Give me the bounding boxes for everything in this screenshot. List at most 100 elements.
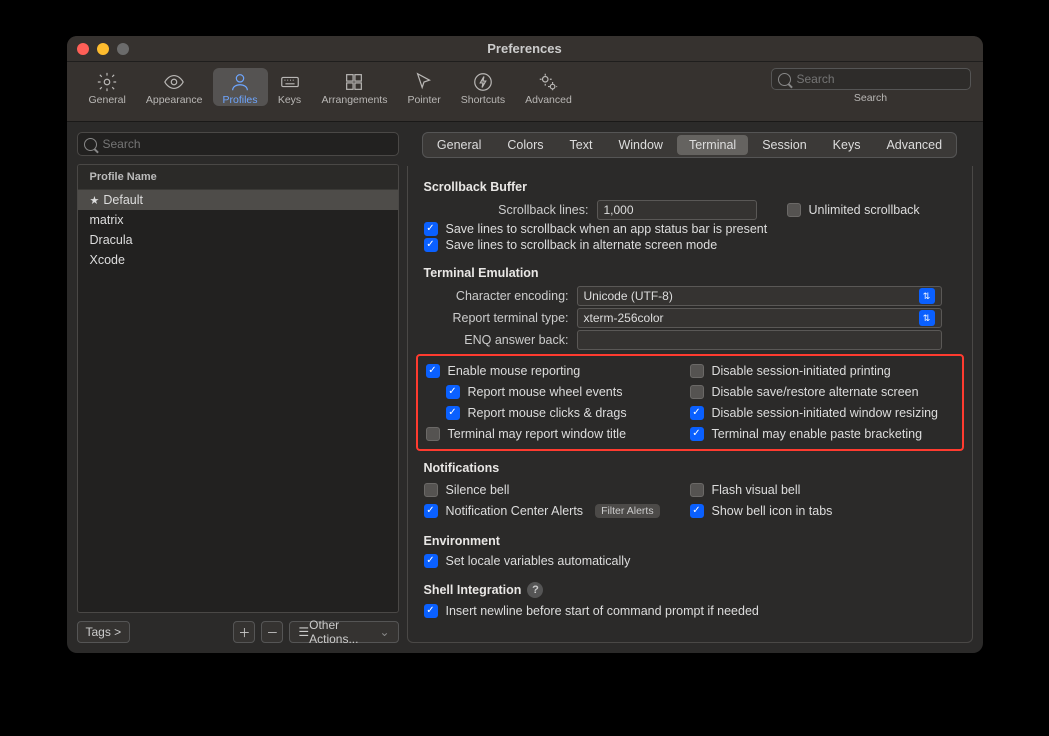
checkbox-label: Silence bell bbox=[446, 483, 510, 497]
settings-pane: Scrollback Buffer Scrollback lines: Unli… bbox=[407, 166, 973, 643]
termtype-label: Report terminal type: bbox=[424, 311, 569, 325]
bell-icon-checkbox[interactable] bbox=[690, 504, 704, 518]
checkbox-label: Show bell icon in tabs bbox=[712, 504, 833, 518]
toolbar-advanced[interactable]: Advanced bbox=[515, 68, 582, 106]
shell-newline-checkbox[interactable] bbox=[424, 604, 438, 618]
pointer-icon bbox=[412, 70, 436, 94]
save-altscreen-checkbox[interactable] bbox=[424, 238, 438, 252]
toolbar-label: Profiles bbox=[223, 94, 258, 106]
titlebar: Preferences bbox=[67, 36, 983, 62]
tags-button[interactable]: Tags > bbox=[77, 621, 131, 643]
search-icon bbox=[778, 73, 791, 86]
section-title: Scrollback Buffer bbox=[424, 180, 956, 194]
tab-keys[interactable]: Keys bbox=[821, 135, 873, 155]
remove-profile-button[interactable]: － bbox=[261, 621, 283, 643]
checkbox-label: Disable session-initiated printing bbox=[712, 364, 891, 378]
mouse-wheel-checkbox[interactable] bbox=[446, 385, 460, 399]
checkbox-label: Disable session-initiated window resizin… bbox=[712, 406, 939, 420]
scrollback-lines-label: Scrollback lines: bbox=[444, 203, 589, 217]
enable-mouse-checkbox[interactable] bbox=[426, 364, 440, 378]
enq-label: ENQ answer back: bbox=[424, 333, 569, 347]
nc-alerts-checkbox[interactable] bbox=[424, 504, 438, 518]
checkbox-label: Notification Center Alerts bbox=[446, 504, 584, 518]
tab-window[interactable]: Window bbox=[606, 135, 674, 155]
toolbar-general[interactable]: General bbox=[79, 68, 136, 106]
tab-general[interactable]: General bbox=[425, 135, 493, 155]
profile-item-label: Xcode bbox=[90, 253, 125, 267]
encoding-label: Character encoding: bbox=[424, 289, 569, 303]
disable-resize-checkbox[interactable] bbox=[690, 406, 704, 420]
toolbar-pointer[interactable]: Pointer bbox=[397, 68, 450, 106]
eye-icon bbox=[162, 70, 186, 94]
tab-session[interactable]: Session bbox=[750, 135, 818, 155]
checkbox-label: Terminal may enable paste bracketing bbox=[712, 427, 923, 441]
enq-input[interactable] bbox=[577, 330, 942, 350]
checkbox-label: Flash visual bell bbox=[712, 483, 801, 497]
chevron-updown-icon: ⇅ bbox=[919, 288, 935, 304]
toolbar-search-group: Search bbox=[771, 68, 971, 104]
window-title-checkbox[interactable] bbox=[426, 427, 440, 441]
chevron-down-icon: ⌄ bbox=[379, 625, 389, 639]
checkbox-label: Save lines to scrollback in alternate sc… bbox=[446, 238, 718, 252]
mouse-clicks-checkbox[interactable] bbox=[446, 406, 460, 420]
filter-alerts-button[interactable]: Filter Alerts bbox=[595, 504, 660, 518]
disable-altscreen-checkbox[interactable] bbox=[690, 385, 704, 399]
toolbar-keys[interactable]: Keys bbox=[268, 68, 312, 106]
help-icon[interactable]: ? bbox=[527, 582, 543, 598]
toolbar-label: Pointer bbox=[407, 94, 440, 106]
scrollback-lines-input[interactable] bbox=[597, 200, 757, 220]
grid-icon bbox=[342, 70, 366, 94]
checkbox-label: Save lines to scrollback when an app sta… bbox=[446, 222, 768, 236]
toolbar-search-label: Search bbox=[854, 92, 887, 104]
tab-terminal[interactable]: Terminal bbox=[677, 135, 748, 155]
checkbox-label: Enable mouse reporting bbox=[448, 364, 581, 378]
star-icon: ★ bbox=[90, 195, 100, 207]
toolbar-label: Keys bbox=[278, 94, 301, 106]
profile-search[interactable] bbox=[77, 132, 399, 156]
profile-item-label: Default bbox=[103, 193, 143, 207]
profile-items: ★Default matrix Dracula Xcode bbox=[78, 190, 398, 612]
profile-item[interactable]: matrix bbox=[78, 210, 398, 230]
profile-item-label: matrix bbox=[90, 213, 124, 227]
add-profile-button[interactable]: ＋ bbox=[233, 621, 255, 643]
profile-search-input[interactable] bbox=[103, 137, 392, 151]
preferences-window: Preferences General Appearance Profiles … bbox=[67, 36, 983, 653]
section-title: Environment bbox=[424, 534, 956, 548]
profile-item[interactable]: Xcode bbox=[78, 250, 398, 270]
toolbar-label: Appearance bbox=[146, 94, 203, 106]
encoding-select[interactable]: Unicode (UTF-8)⇅ bbox=[577, 286, 942, 306]
checkbox-label: Report mouse wheel events bbox=[468, 385, 623, 399]
termtype-select[interactable]: xterm-256color⇅ bbox=[577, 308, 942, 328]
flash-bell-checkbox[interactable] bbox=[690, 483, 704, 497]
checkbox-label: Set locale variables automatically bbox=[446, 554, 631, 568]
search-icon bbox=[84, 138, 97, 151]
toolbar-search-input[interactable] bbox=[797, 72, 964, 86]
other-actions-dropdown[interactable]: ☰ Other Actions... ⌄ bbox=[289, 621, 398, 643]
section-title: Shell Integration? bbox=[424, 582, 956, 598]
profile-item[interactable]: Dracula bbox=[78, 230, 398, 250]
other-actions-label: Other Actions... bbox=[309, 618, 379, 646]
profile-item[interactable]: ★Default bbox=[78, 190, 398, 210]
toolbar-search[interactable] bbox=[771, 68, 971, 90]
toolbar-appearance[interactable]: Appearance bbox=[136, 68, 213, 106]
silence-bell-checkbox[interactable] bbox=[424, 483, 438, 497]
profile-item-label: Dracula bbox=[90, 233, 133, 247]
toolbar-label: General bbox=[89, 94, 126, 106]
chevron-updown-icon: ⇅ bbox=[919, 310, 935, 326]
locale-checkbox[interactable] bbox=[424, 554, 438, 568]
save-statusbar-checkbox[interactable] bbox=[424, 222, 438, 236]
toolbar-shortcuts[interactable]: Shortcuts bbox=[451, 68, 515, 106]
gear-icon bbox=[95, 70, 119, 94]
toolbar-arrangements[interactable]: Arrangements bbox=[312, 68, 398, 106]
tab-text[interactable]: Text bbox=[558, 135, 605, 155]
sidebar: Profile Name ★Default matrix Dracula Xco… bbox=[77, 132, 399, 643]
unlimited-scrollback-label: Unlimited scrollback bbox=[809, 203, 920, 217]
unlimited-scrollback-checkbox[interactable] bbox=[787, 203, 801, 217]
tab-advanced[interactable]: Advanced bbox=[874, 135, 954, 155]
paste-bracket-checkbox[interactable] bbox=[690, 427, 704, 441]
toolbar-profiles[interactable]: Profiles bbox=[213, 68, 268, 106]
profile-tabs: General Colors Text Window Terminal Sess… bbox=[422, 132, 957, 158]
tab-colors[interactable]: Colors bbox=[495, 135, 555, 155]
disable-printing-checkbox[interactable] bbox=[690, 364, 704, 378]
content-body: Profile Name ★Default matrix Dracula Xco… bbox=[67, 122, 983, 653]
